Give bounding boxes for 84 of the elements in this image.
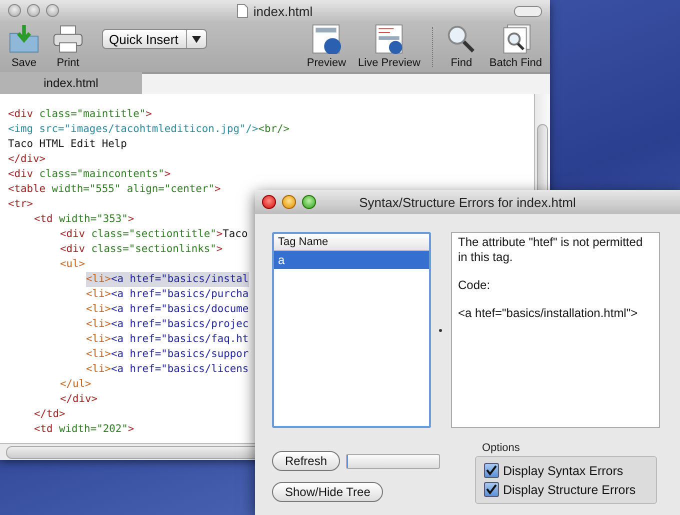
close-button[interactable] <box>8 4 21 17</box>
web-page-icon <box>373 24 406 54</box>
caret-icon <box>192 36 202 42</box>
code-text: <li> <box>86 272 112 287</box>
code-text: </div> <box>8 152 46 167</box>
code-text: > <box>164 167 171 182</box>
printer-icon <box>52 24 84 54</box>
code-text: > <box>216 242 223 257</box>
checkbox-box[interactable] <box>484 482 499 497</box>
code-text: <a href="basics/licens <box>111 362 249 377</box>
code-text: </ul> <box>60 377 92 392</box>
toolbar-button[interactable]: Batch Find <box>489 24 542 69</box>
window-title: Syntax/Structure Errors for index.html <box>359 194 576 210</box>
toolbar-button[interactable]: Preview <box>306 24 346 69</box>
code-text: <tr> <box>8 197 34 212</box>
code-text: <li> <box>86 302 112 317</box>
code-text: <li> <box>86 287 112 302</box>
list-row[interactable]: a <box>274 251 429 269</box>
minimize-button[interactable] <box>282 195 296 209</box>
check-icon <box>486 484 497 495</box>
code-text: class="sectiontitle" <box>90 227 216 242</box>
code-text: <a href="basics/purcha <box>111 287 249 302</box>
group-label: Options <box>482 442 521 454</box>
window-title: index.html <box>253 4 313 18</box>
code-text: <div <box>60 227 86 242</box>
column-header[interactable]: Tag Name <box>274 234 429 251</box>
code-text: width="555" align="center" <box>50 182 214 197</box>
checkbox-box[interactable] <box>484 463 499 478</box>
code-text: <br/> <box>258 122 290 137</box>
folder-icon <box>8 24 40 54</box>
toolbar-toggle-button[interactable] <box>514 6 542 17</box>
document-icon <box>237 4 248 18</box>
code-text: class="maintitle" <box>38 107 146 122</box>
toolbar-button[interactable]: Live Preview <box>358 24 420 69</box>
web-page-icon <box>310 24 342 54</box>
zoom-button[interactable] <box>302 195 316 209</box>
check-icon <box>486 465 497 476</box>
message-text: Code: <box>458 278 492 293</box>
code-text: <table <box>8 182 46 197</box>
code-text: > <box>146 107 152 122</box>
code-text: <li> <box>86 317 112 332</box>
toolbar-button[interactable]: Print <box>52 24 84 69</box>
code-text: <td <box>34 212 53 227</box>
code-text: Taco HTML Edit Help <box>8 137 127 152</box>
code-text: <ul> <box>60 257 86 272</box>
code-text: <li> <box>86 347 112 362</box>
code-text: > <box>128 422 134 437</box>
toolbar-button[interactable]: Find <box>445 24 478 69</box>
zoom-button[interactable] <box>46 4 59 17</box>
code-text: <a href="basics/projec <box>111 317 249 332</box>
code-text: <a href="basics/suppor <box>111 347 249 362</box>
file-tab[interactable]: index.html <box>0 72 142 94</box>
code-text: </td> <box>34 407 66 422</box>
code-text: <a href="basics/docume <box>111 302 249 317</box>
toolbar-button[interactable]: Save <box>8 24 40 69</box>
code-text: <div <box>8 107 34 122</box>
code-text: width="353" <box>58 212 128 227</box>
code-text: <a href="basics/faq.ht <box>111 332 249 347</box>
code-text: <div <box>60 242 86 257</box>
code-text: <a htef="basics/instal <box>111 272 249 287</box>
toggle-tree-button[interactable]: Show/Hide Tree <box>272 482 384 502</box>
refresh-button[interactable]: Refresh <box>272 451 340 471</box>
code-text: > <box>128 212 134 227</box>
close-button[interactable] <box>262 195 276 209</box>
checkbox[interactable]: Display Structure Errors <box>484 482 648 497</box>
code-text: class="maincontents" <box>38 167 164 182</box>
message-text: <a htef="basics/installation.html"> <box>458 306 639 321</box>
code-text: class="sectionlinks" <box>90 242 216 257</box>
code-text: <li> <box>86 332 112 347</box>
code-text: <td <box>34 422 53 437</box>
code-text: </div> <box>60 392 98 407</box>
message-text: The attribute "htef" is not permitted in this tag. <box>458 235 644 265</box>
code-text: width="202" <box>58 422 128 437</box>
quick-insert-popup[interactable]: Quick Insert <box>102 29 208 49</box>
code-text: > <box>214 182 221 197</box>
code-text: <div <box>8 167 34 182</box>
code-text: Taco <box>222 227 248 242</box>
minimize-button[interactable] <box>27 4 40 17</box>
magnifier-icon <box>445 24 478 54</box>
code-text: <li> <box>86 362 112 377</box>
code-text: <img src="images/tacohtmlediticon.jpg"/> <box>8 122 258 137</box>
code-text: > <box>216 227 223 242</box>
splitter-handle[interactable] <box>439 328 442 332</box>
checkbox[interactable]: Display Syntax Errors <box>484 463 648 478</box>
